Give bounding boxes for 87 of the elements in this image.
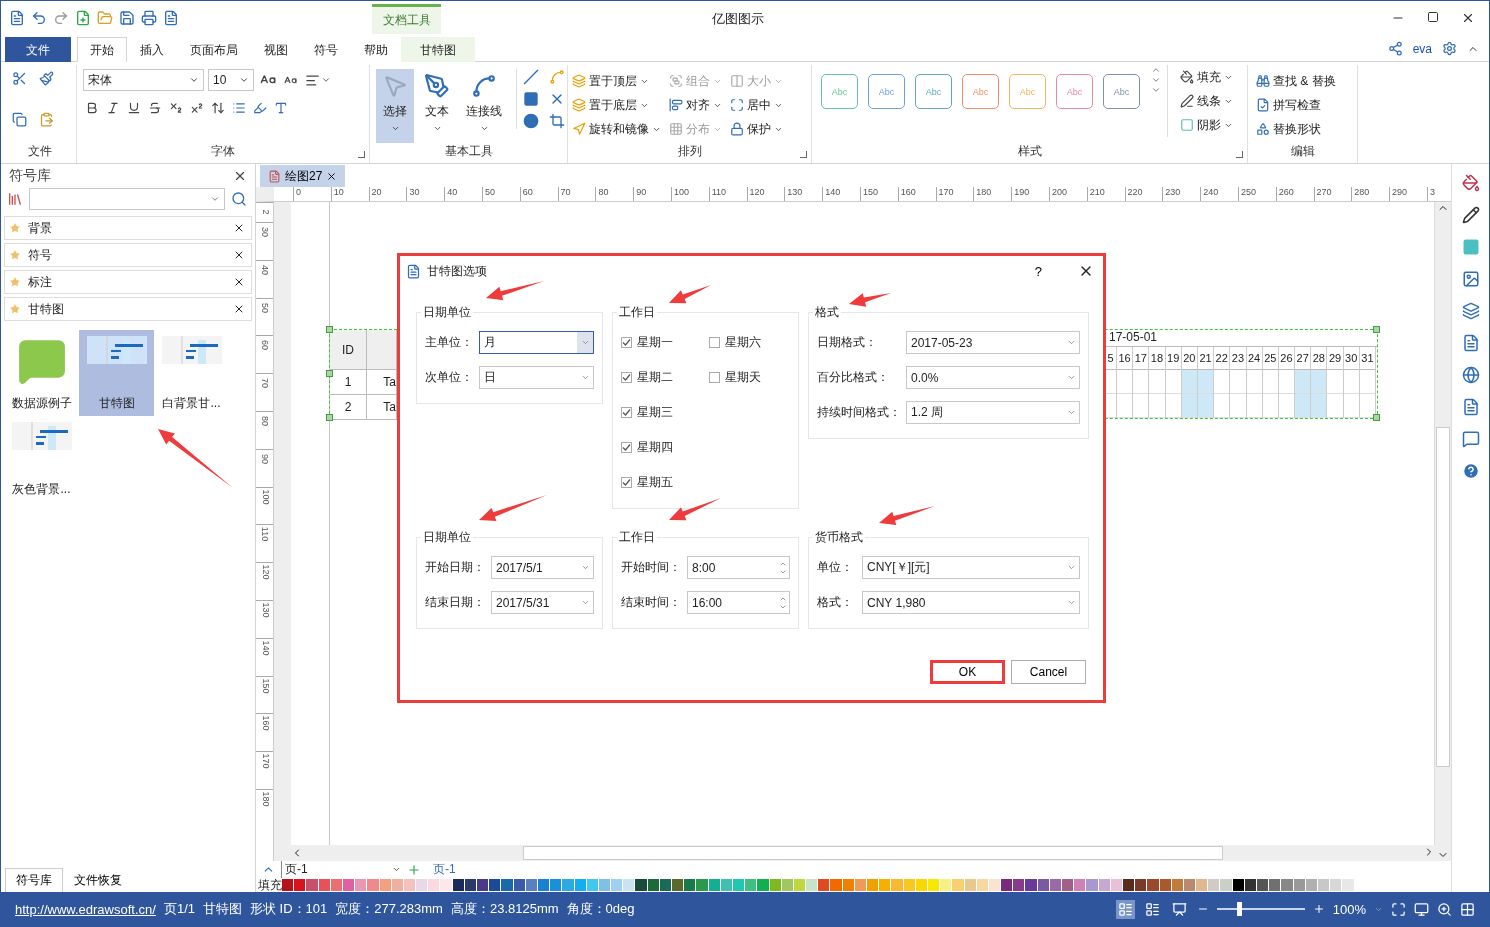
- field-label: 持续时间格式：: [817, 404, 901, 421]
- group-title: 工作日: [618, 529, 656, 546]
- group-title: 文件: [27, 143, 53, 160]
- ruler-label: 170: [935, 187, 974, 201]
- group-title: 编辑: [1289, 143, 1316, 160]
- ruler-label: 210: [1086, 187, 1125, 201]
- ruler-label: 230: [1162, 187, 1201, 201]
- ruler-label: 120: [746, 187, 785, 201]
- field-label: 开始日期：: [425, 559, 485, 576]
- table-cell: 2: [330, 395, 367, 420]
- field-label: 日期格式：: [817, 334, 877, 351]
- ruler-label: 30: [259, 227, 271, 237]
- ruler-label: 250: [1237, 187, 1276, 201]
- group-title: 排列: [676, 143, 703, 160]
- ruler-label: 50: [482, 187, 520, 201]
- field-label: 结束时间：: [621, 594, 681, 611]
- dialog-title: 甘特图选项: [427, 262, 487, 280]
- field-label: 百分比格式：: [817, 369, 889, 386]
- ruler-label: 90: [259, 453, 271, 464]
- ruler-label: 90: [633, 187, 671, 201]
- group-title: 字体: [210, 143, 236, 160]
- ruler-label: 40: [259, 264, 271, 275]
- ruler-label: 20: [368, 187, 407, 201]
- ruler-label: 0: [293, 187, 331, 201]
- panel-title: 符号库: [9, 167, 51, 185]
- ruler-label: 180: [259, 791, 271, 807]
- ruler-label: 240: [1200, 187, 1238, 201]
- table-cell: Ta: [367, 395, 397, 420]
- group-title: 日期单位: [422, 304, 472, 321]
- field-label: 次单位：: [425, 369, 473, 386]
- ruler-label: 80: [259, 416, 271, 426]
- table-cell: 1: [330, 370, 367, 395]
- group-title: 样式: [1016, 143, 1043, 160]
- ruler-label: 220: [1124, 187, 1163, 201]
- group-title: 格式: [814, 304, 840, 321]
- ruler-label: 30: [406, 187, 445, 201]
- ruler-label: 150: [259, 678, 271, 694]
- table-header-cell: ID: [330, 330, 367, 370]
- ruler-label: 120: [259, 564, 271, 580]
- ruler-label: 150: [859, 187, 898, 201]
- context-tab-header: 文档工具: [372, 4, 441, 34]
- ruler-label: 110: [259, 527, 271, 542]
- ruler-label: 100: [259, 489, 271, 505]
- field-label: 格式：: [817, 594, 853, 611]
- ruler-label: 140: [822, 187, 860, 201]
- ruler-label: 280: [1351, 187, 1390, 201]
- status-text: 角度：0deg: [566, 900, 635, 918]
- group-title: 日期单位: [422, 529, 472, 546]
- status-text: 宽度：277.283mm: [335, 900, 443, 918]
- ruler-label: 80: [595, 187, 634, 201]
- ruler-label: 40: [444, 187, 482, 201]
- ruler-label: 180: [973, 187, 1012, 201]
- ruler-label: 160: [897, 187, 936, 201]
- group-title: 工作日: [618, 304, 656, 321]
- status-text: 页1/1: [163, 900, 195, 918]
- ruler-label: 10: [330, 187, 369, 201]
- group-title: 基本工具: [443, 143, 494, 160]
- ruler-label: 190: [1011, 187, 1049, 201]
- field-label: 结束日期：: [425, 594, 485, 611]
- ruler-label: 170: [259, 753, 271, 769]
- status-text: 高度：23.8125mm: [450, 900, 559, 918]
- group-title: 货币格式: [814, 529, 864, 546]
- ruler-label: 270: [1313, 187, 1352, 201]
- ruler-label: 70: [259, 378, 271, 389]
- window-title: 亿图图示: [712, 10, 764, 28]
- ruler-label: 3: [1426, 187, 1451, 201]
- ruler-label: 130: [259, 602, 271, 618]
- ruler-label: 130: [784, 187, 823, 201]
- ruler-label: 50: [259, 302, 271, 313]
- fill-label: 填充: [257, 876, 282, 894]
- field-label: 单位：: [817, 559, 853, 576]
- ruler-label: 160: [259, 715, 271, 731]
- ruler-label: 2: [259, 209, 271, 215]
- field-label: 开始时间：: [621, 559, 681, 576]
- ruler-label: 70: [557, 187, 596, 201]
- ruler-label: 100: [670, 187, 709, 201]
- status-text: 甘特图: [203, 900, 242, 918]
- table-cell: Ta: [367, 370, 397, 395]
- ruler-label: 140: [259, 640, 271, 656]
- ruler-label: 260: [1275, 187, 1314, 201]
- ruler-label: 290: [1389, 187, 1427, 201]
- ruler-label: 200: [1048, 187, 1087, 201]
- ruler-label: 60: [519, 187, 558, 201]
- field-label: 主单位：: [425, 334, 473, 351]
- status-text: 形状 ID：101: [250, 900, 328, 918]
- ruler-label: 110: [708, 187, 747, 201]
- ruler-label: 60: [259, 340, 271, 351]
